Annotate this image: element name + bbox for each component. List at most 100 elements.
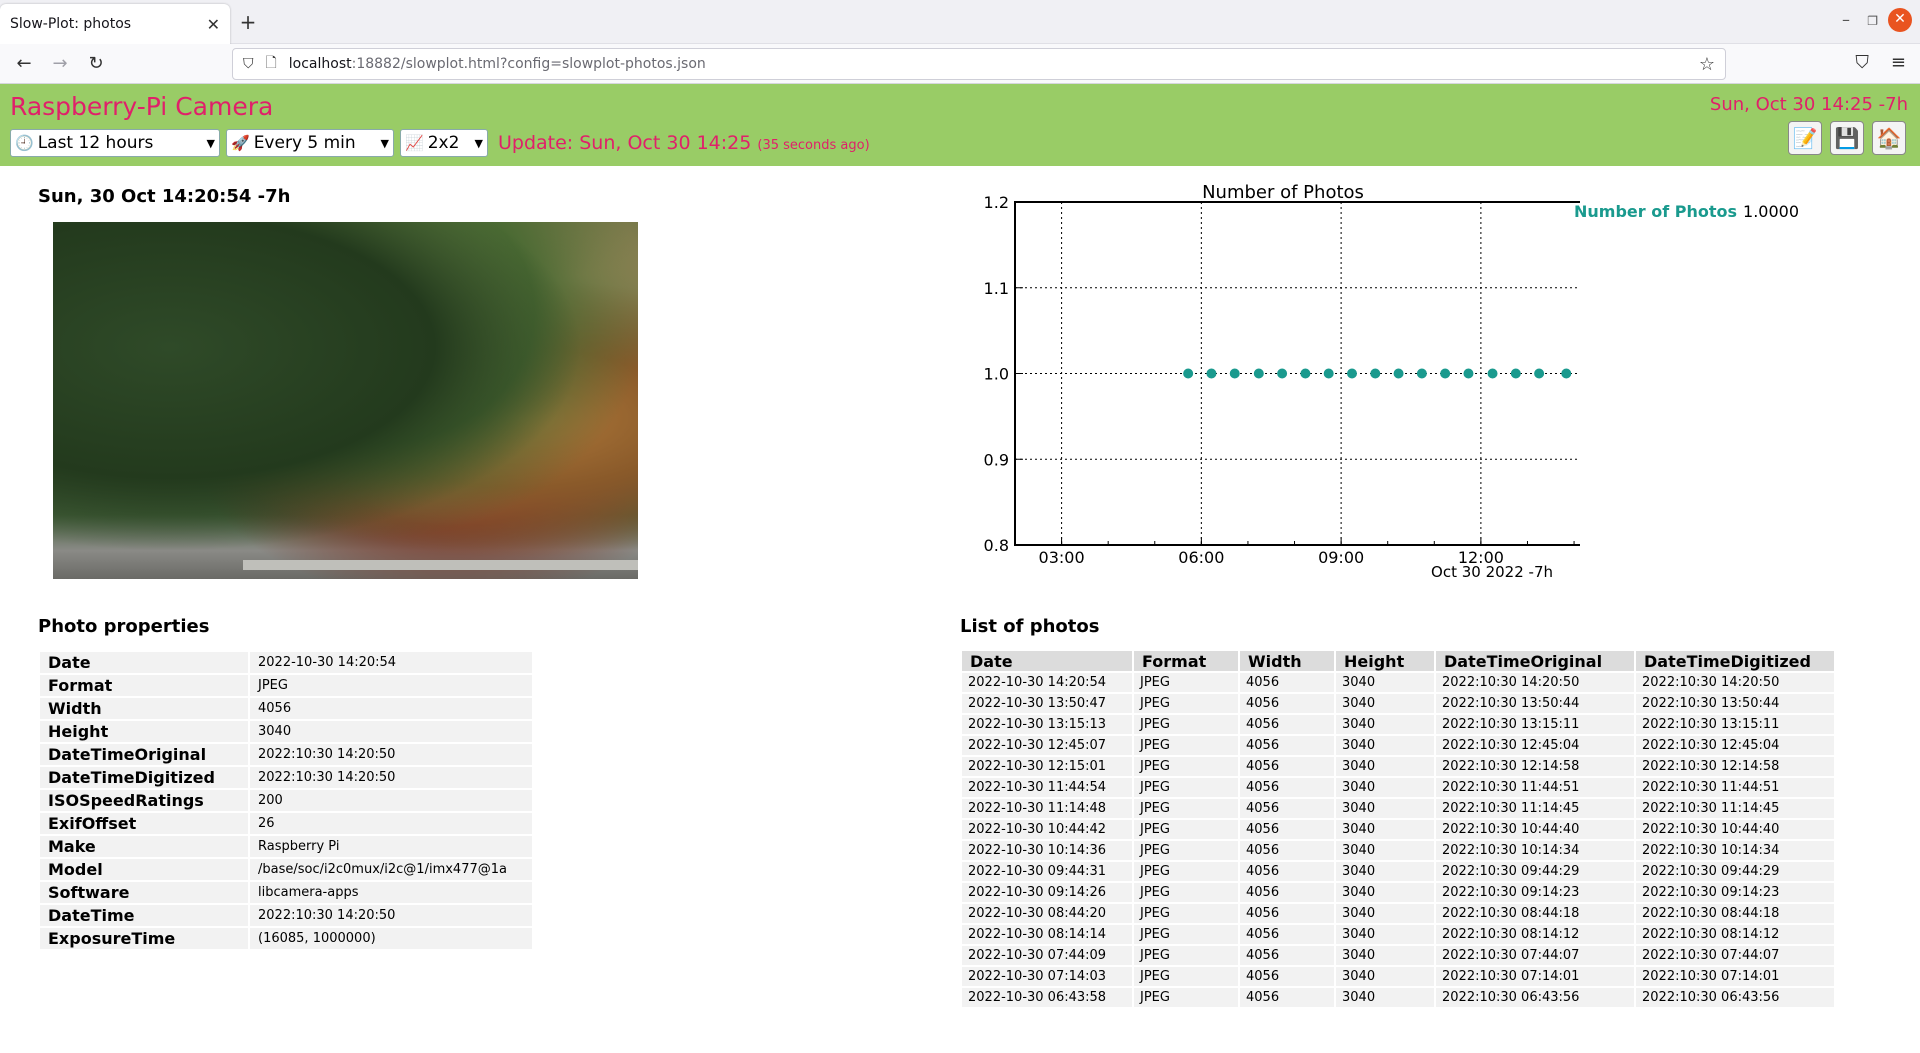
table-cell: 4056	[1240, 757, 1334, 776]
property-key: Format	[40, 675, 248, 696]
column-header[interactable]: Height	[1336, 651, 1434, 671]
x-tick-label: 06:00	[1178, 548, 1224, 567]
table-cell: 2022-10-30 12:45:07	[962, 736, 1132, 755]
table-cell: JPEG	[1134, 967, 1238, 986]
app-header: Raspberry-Pi Camera Sun, Oct 30 14:25 -7…	[0, 84, 1920, 166]
pocket-icon[interactable]: ⛉	[1855, 52, 1869, 73]
column-header[interactable]: DateTimeOriginal	[1436, 651, 1634, 671]
back-arrow-icon[interactable]: ←	[6, 53, 42, 74]
photo-list-row[interactable]: 2022-10-30 07:14:03 JPEG 4056 3040 2022:10:3…	[962, 967, 1834, 986]
table-cell: 2022-10-30 09:44:31	[962, 862, 1132, 881]
photo-list-row[interactable]: 2022-10-30 13:50:47 JPEG 4056 3040 2022:10:3…	[962, 694, 1834, 713]
table-cell: 2022:10:30 11:44:51	[1436, 778, 1634, 797]
new-tab-icon[interactable]: +	[236, 10, 260, 34]
table-cell: JPEG	[1134, 736, 1238, 755]
photo-list-row[interactable]: 2022-10-30 13:15:13 JPEG 4056 3040 2022:10:3…	[962, 715, 1834, 734]
refresh-interval-select[interactable]: 🚀 Every 5 min ▼	[226, 129, 394, 157]
property-key: Make	[40, 836, 248, 857]
y-tick-label: 0.9	[984, 450, 1009, 469]
forward-arrow-icon[interactable]: →	[42, 53, 78, 74]
save-button[interactable]: 💾	[1830, 121, 1864, 155]
chart-legend: Number of Photos 1.0000	[1574, 202, 1799, 221]
photo-list-row[interactable]: 2022-10-30 11:44:54 JPEG 4056 3040 2022:10:3…	[962, 778, 1834, 797]
table-cell: 3040	[1336, 757, 1434, 776]
table-cell: 2022-10-30 10:14:36	[962, 841, 1132, 860]
menu-icon[interactable]: ≡	[1891, 52, 1906, 73]
layout-grid-select[interactable]: 📈 2x2 ▼	[400, 129, 488, 157]
x-tick-label: 03:00	[1039, 548, 1085, 567]
table-cell: 2022:10:30 12:45:04	[1436, 736, 1634, 755]
page-info-icon[interactable]: 🗋	[266, 52, 277, 76]
table-cell: 2022-10-30 06:43:58	[962, 988, 1132, 1007]
photo-list-row[interactable]: 2022-10-30 12:15:01 JPEG 4056 3040 2022:10:3…	[962, 757, 1834, 776]
data-point	[1183, 368, 1194, 379]
bookmark-star-icon[interactable]: ☆	[1699, 54, 1715, 75]
data-point	[1510, 368, 1521, 379]
table-cell: 3040	[1336, 841, 1434, 860]
data-point	[1463, 368, 1474, 379]
home-icon: 🏠	[1876, 126, 1902, 150]
home-button[interactable]: 🏠	[1872, 121, 1906, 155]
minimize-icon[interactable]: –	[1842, 10, 1850, 29]
table-cell: 3040	[1336, 694, 1434, 713]
table-cell: 2022:10:30 12:14:58	[1636, 757, 1834, 776]
photo-list-row[interactable]: 2022-10-30 10:44:42 JPEG 4056 3040 2022:10:3…	[962, 820, 1834, 839]
table-cell: 3040	[1336, 862, 1434, 881]
table-cell: 2022:10:30 10:44:40	[1436, 820, 1634, 839]
window-close-icon[interactable]: ✕	[1888, 8, 1912, 32]
url-bar[interactable]: ⛉ 🗋 localhost:18882/slowplot.html?config…	[232, 48, 1726, 80]
photo-list-row[interactable]: 2022-10-30 07:44:09 JPEG 4056 3040 2022:10:3…	[962, 946, 1834, 965]
shield-icon[interactable]: ⛉	[243, 56, 254, 72]
column-header[interactable]: Width	[1240, 651, 1334, 671]
data-point	[1393, 368, 1404, 379]
table-cell: 2022-10-30 08:44:20	[962, 904, 1132, 923]
reload-icon[interactable]: ↻	[78, 53, 114, 74]
table-cell: JPEG	[1134, 820, 1238, 839]
photo-list-row[interactable]: 2022-10-30 09:44:31 JPEG 4056 3040 2022:10:3…	[962, 862, 1834, 881]
property-key: DateTimeDigitized	[40, 767, 248, 788]
photo-list-row[interactable]: 2022-10-30 09:14:26 JPEG 4056 3040 2022:10:3…	[962, 883, 1834, 902]
photo-list-row[interactable]: 2022-10-30 06:43:58 JPEG 4056 3040 2022:10:3…	[962, 988, 1834, 1007]
data-point	[1487, 368, 1498, 379]
table-cell: 2022:10:30 09:14:23	[1636, 883, 1834, 902]
table-cell: 2022:10:30 08:14:12	[1436, 925, 1634, 944]
table-cell: 2022:10:30 08:44:18	[1436, 904, 1634, 923]
photo-list-row[interactable]: 2022-10-30 08:14:14 JPEG 4056 3040 2022:10:3…	[962, 925, 1834, 944]
photo-list-row[interactable]: 2022-10-30 08:44:20 JPEG 4056 3040 2022:10:3…	[962, 904, 1834, 923]
update-time: Update: Sun, Oct 30 14:25	[498, 132, 752, 154]
table-cell: JPEG	[1134, 904, 1238, 923]
property-value: 3040	[250, 721, 532, 742]
table-cell: JPEG	[1134, 841, 1238, 860]
property-key: ISOSpeedRatings	[40, 790, 248, 811]
photo-list-row[interactable]: 2022-10-30 10:14:36 JPEG 4056 3040 2022:10:3…	[962, 841, 1834, 860]
photo-list-row[interactable]: 2022-10-30 12:45:07 JPEG 4056 3040 2022:10:3…	[962, 736, 1834, 755]
table-cell: 2022:10:30 11:14:45	[1436, 799, 1634, 818]
property-row: ISOSpeedRatings 200	[40, 790, 532, 811]
photo-list-row[interactable]: 2022-10-30 11:14:48 JPEG 4056 3040 2022:10:3…	[962, 799, 1834, 818]
table-cell: 2022:10:30 08:44:18	[1636, 904, 1834, 923]
property-row: Date 2022-10-30 14:20:54	[40, 652, 532, 673]
table-cell: 4056	[1240, 673, 1334, 692]
browser-tab[interactable]: Slow-Plot: photos ✕	[0, 4, 230, 44]
data-point	[1440, 368, 1451, 379]
property-row: DateTimeOriginal 2022:10:30 14:20:50	[40, 744, 532, 765]
layout-grid-value: 2x2	[427, 133, 460, 153]
data-point	[1253, 368, 1264, 379]
table-cell: 2022-10-30 14:20:54	[962, 673, 1132, 692]
property-value: /base/soc/i2c0mux/i2c@1/imx477@1a	[250, 859, 532, 880]
close-tab-icon[interactable]: ✕	[207, 15, 220, 34]
column-header[interactable]: Format	[1134, 651, 1238, 671]
table-cell: 4056	[1240, 778, 1334, 797]
edit-button[interactable]: 📝	[1788, 121, 1822, 155]
property-row: Height 3040	[40, 721, 532, 742]
column-header[interactable]: DateTimeDigitized	[1636, 651, 1834, 671]
column-header[interactable]: Date	[962, 651, 1132, 671]
table-cell: 2022:10:30 13:50:44	[1436, 694, 1634, 713]
time-range-select[interactable]: 🕘 Last 12 hours ▼	[10, 129, 220, 157]
data-point	[1561, 368, 1572, 379]
photo-list-row[interactable]: 2022-10-30 14:20:54 JPEG 4056 3040 2022:10:3…	[962, 673, 1834, 692]
property-value: 26	[250, 813, 532, 834]
table-cell: 2022:10:30 07:14:01	[1436, 967, 1634, 986]
camera-photo[interactable]	[53, 222, 638, 579]
restore-icon[interactable]: ❐	[1867, 14, 1878, 28]
